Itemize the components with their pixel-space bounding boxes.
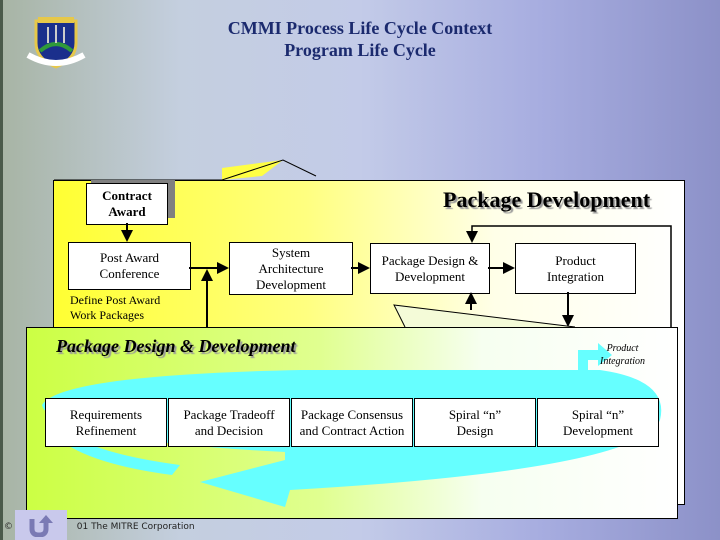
copyright-footer: © 01 The MITRE Corporation: [4, 522, 195, 532]
package-design-detail-heading: Package Design & Development: [56, 336, 296, 356]
product-integration-exit-label: Product Integration: [600, 342, 645, 368]
step-label: Package Consensus and Contract Action: [299, 406, 405, 438]
step-spiral-n-development[interactable]: Spiral “n” Development: [537, 398, 659, 447]
step-label: Package Tradeoff and Decision: [183, 406, 275, 438]
step-spiral-n-design[interactable]: Spiral “n” Design: [414, 398, 536, 447]
exit-label-line-1: Product: [606, 343, 639, 354]
step-label: Requirements Refinement: [69, 406, 143, 438]
exit-arrow-shaft: [578, 360, 588, 388]
spiral-cycle-arrow: [42, 343, 662, 507]
step-package-consensus[interactable]: Package Consensus and Contract Action: [291, 398, 413, 447]
step-requirements-refinement[interactable]: Requirements Refinement: [45, 398, 167, 447]
copyright-symbol: ©: [4, 522, 13, 532]
step-label: Spiral “n” Development: [562, 406, 634, 438]
exit-label-line-2: Integration: [600, 356, 645, 367]
copyright-text: 01 The MITRE Corporation: [76, 522, 195, 532]
step-label: Spiral “n” Design: [448, 406, 502, 438]
step-package-tradeoff[interactable]: Package Tradeoff and Decision: [168, 398, 290, 447]
